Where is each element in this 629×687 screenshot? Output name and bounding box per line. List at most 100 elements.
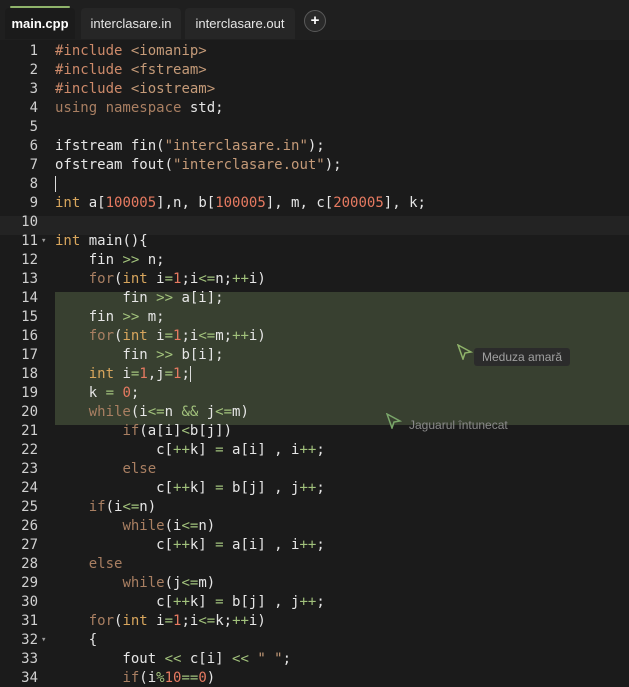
code-line[interactable]: 1 #include <iomanip> [0,42,629,61]
code-token: ;i [181,271,199,287]
code-line[interactable]: 22 c[++k] = a[i] , i++; [0,441,629,460]
code-token: ++ [299,537,317,553]
code-token: std; [181,100,224,116]
code-line[interactable]: 19 k = 0; [0,384,629,403]
collaborator-label: Meduza amară [474,348,571,366]
line-number: 10 [21,214,38,230]
code-line[interactable]: 29 while(j<=m) [0,574,629,593]
plus-icon: + [310,12,320,29]
line-number: 14 [21,290,38,306]
code-line[interactable]: 34 if(i%10==0) [0,669,629,687]
code-token: while [122,518,165,534]
code-text: while(j<=m) [55,574,215,593]
line-number: 23 [21,461,38,477]
code-token: else [122,461,157,477]
code-line[interactable]: 9 int a[100005],n, b[100005], m, c[200005… [0,194,629,213]
code-token: int [55,195,81,211]
code-line[interactable]: 20 while(i<=n && j<=m) [0,403,629,422]
code-line[interactable]: 6 ifstream fin("interclasare.in"); [0,137,629,156]
collaborator-label: Jaguarul întunecat [409,418,508,432]
line-number: 24 [21,480,38,496]
tab-main-cpp[interactable]: main.cpp [5,6,75,39]
code-token: if [122,423,140,439]
line-number: 9 [29,195,38,211]
code-line[interactable]: 24 c[++k] = b[j] , j++; [0,479,629,498]
code-line[interactable]: 16 for(int i=1;i<=m;++i) [0,327,629,346]
code-token: = [215,480,224,496]
code-line[interactable]: 23 else [0,460,629,479]
code-token: for [88,271,115,287]
code-text: fout << c[i] << " "; [55,650,291,669]
code-line[interactable]: 33 fout << c[i] << " "; [0,650,629,669]
code-line[interactable]: 18 int i=1,j=1; [0,365,629,384]
code-token: i [147,613,165,629]
code-token: b[j] , j [223,594,300,610]
code-token: int [122,328,148,344]
code-line[interactable]: 3 #include <iostream> [0,80,629,99]
code-token: ) [206,670,216,686]
code-line[interactable]: 7 ofstream fout("interclasare.out"); [0,156,629,175]
code-line[interactable]: 15 fin >> m; [0,308,629,327]
code-line[interactable]: 25 if(i<=n) [0,498,629,517]
code-line[interactable]: 8 [0,175,629,194]
code-line[interactable]: 31 for(int i=1;i<=k;++i) [0,612,629,631]
line-number: 13 [21,271,38,287]
code-line[interactable]: 2 #include <fstream> [0,61,629,80]
collaborator-cursor-icon [386,413,402,429]
code-line[interactable]: 4 using namespace std; [0,99,629,118]
code-token: ); [307,138,325,154]
tab-interclasare-out[interactable]: interclasare.out [185,8,295,39]
code-token: << [232,651,249,667]
code-token: >> [122,252,140,268]
code-text: int main(){ [55,232,148,251]
code-line[interactable]: 21 if(a[i]<b[j]) [0,422,629,441]
code-line[interactable]: 11 ▾ int main(){ [0,232,629,251]
code-line[interactable]: 10 [0,213,629,232]
code-line[interactable]: 13 for(int i=1;i<=n;++i) [0,270,629,289]
code-token: j [198,404,216,420]
code-text: int i=1,j=1; [55,365,191,384]
code-token: k] [189,442,216,458]
code-token: <= [198,613,216,629]
code-line[interactable]: 30 c[++k] = b[j] , j++; [0,593,629,612]
code-line[interactable]: 32 ▾ { [0,631,629,650]
line-number: 12 [21,252,38,268]
code-token: k [55,385,106,401]
code-token: int [122,613,148,629]
fold-arrow-icon[interactable]: ▾ [41,631,46,650]
code-token: = [164,366,174,382]
code-token: fin [55,309,123,325]
code-token: (i [130,404,148,420]
code-token: = [164,613,174,629]
code-editor[interactable]: 1 #include <iomanip> 2 #include <fstream> 3 #… [0,41,629,687]
code-line[interactable]: 14 fin >> a[i]; [0,289,629,308]
code-token: c[i] [181,651,233,667]
code-line[interactable]: 26 while(i<=n) [0,517,629,536]
code-text: ifstream fin("interclasare.in"); [55,137,325,156]
code-token: while [88,404,131,420]
code-line[interactable]: 28 else [0,555,629,574]
code-token: c[ [55,594,174,610]
add-tab-button[interactable]: + [304,10,326,32]
line-number: 20 [21,404,38,420]
code-line[interactable]: 12 fin >> n; [0,251,629,270]
code-token: if [88,499,106,515]
code-token: ++ [299,442,317,458]
tab-interclasare-in[interactable]: interclasare.in [81,8,181,39]
code-text: #include <iomanip> [55,42,207,61]
code-token: <iostream> [130,81,216,97]
tab-label: interclasare.in [90,16,172,31]
code-token: a[ [80,195,106,211]
code-token: if [122,670,140,686]
code-line[interactable]: 27 c[++k] = a[i] , i++; [0,536,629,555]
code-token: <iomanip> [130,43,207,59]
code-token: "interclasare.out" [173,157,325,173]
code-token: ); [324,157,342,173]
fold-arrow-icon[interactable]: ▾ [41,232,46,251]
code-line[interactable]: 5 [0,118,629,137]
code-token: >> [156,290,174,306]
code-token: #include [55,81,123,97]
code-token: 1 [139,366,148,382]
code-token: ],n, b[ [156,195,216,211]
